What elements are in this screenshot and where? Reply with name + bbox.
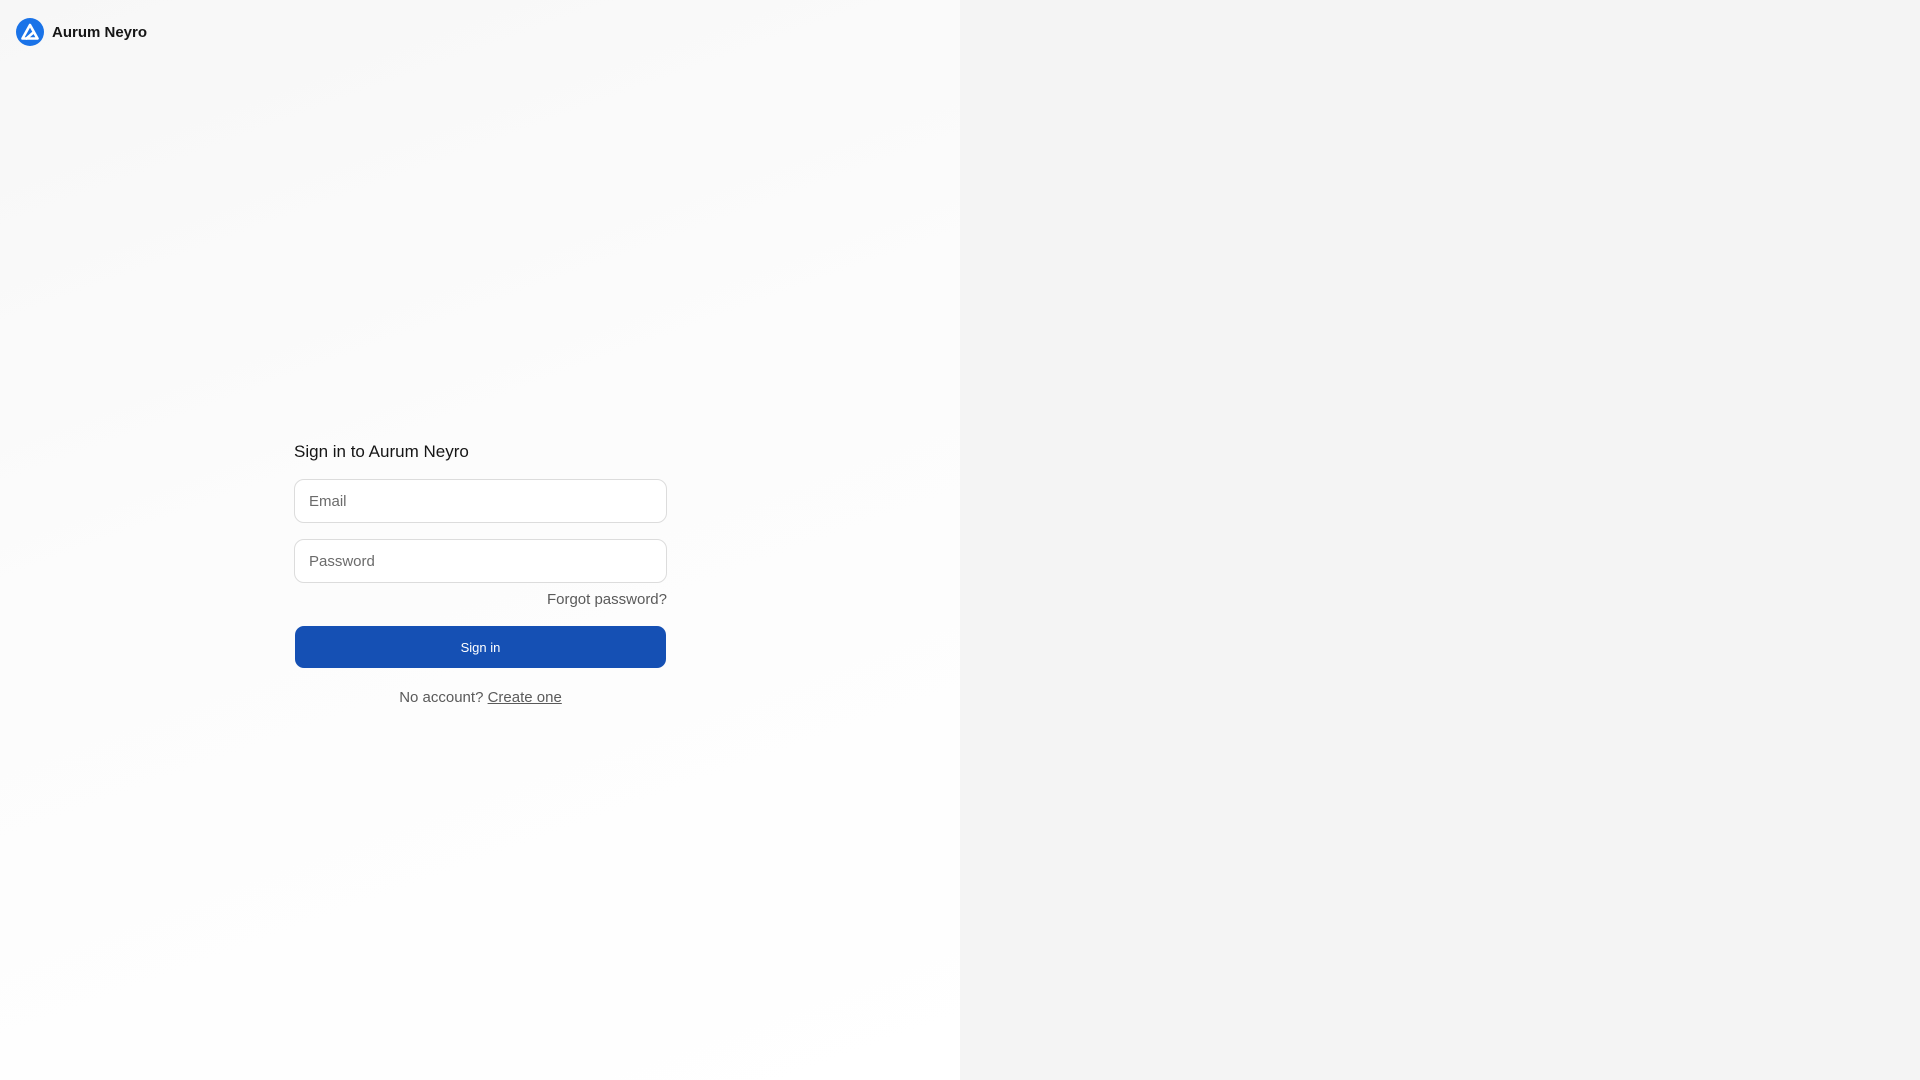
sign-in-button[interactable]: Sign in [295, 626, 666, 668]
brand-logo-icon [16, 18, 44, 46]
form-title: Sign in to Aurum Neyro [294, 442, 469, 461]
forgot-row: Forgot password? [294, 590, 667, 610]
create-account-link[interactable]: Create one [488, 689, 562, 706]
signup-prompt: No account? [399, 689, 488, 706]
brand-name: Aurum Neyro [52, 23, 148, 41]
login-panel: Aurum Neyro Sign in to Aurum Neyro Forgo… [0, 0, 960, 1080]
sign-in-form: Sign in to Aurum Neyro Forgot password? … [294, 441, 667, 708]
signup-row: No account? Create one [294, 688, 667, 708]
brand-header[interactable]: Aurum Neyro [16, 18, 147, 46]
illustration-panel [960, 0, 1920, 1080]
field-spacer [294, 523, 667, 539]
forgot-password-link[interactable]: Forgot password? [547, 590, 667, 610]
email-input[interactable] [294, 479, 667, 523]
password-input[interactable] [294, 539, 667, 583]
